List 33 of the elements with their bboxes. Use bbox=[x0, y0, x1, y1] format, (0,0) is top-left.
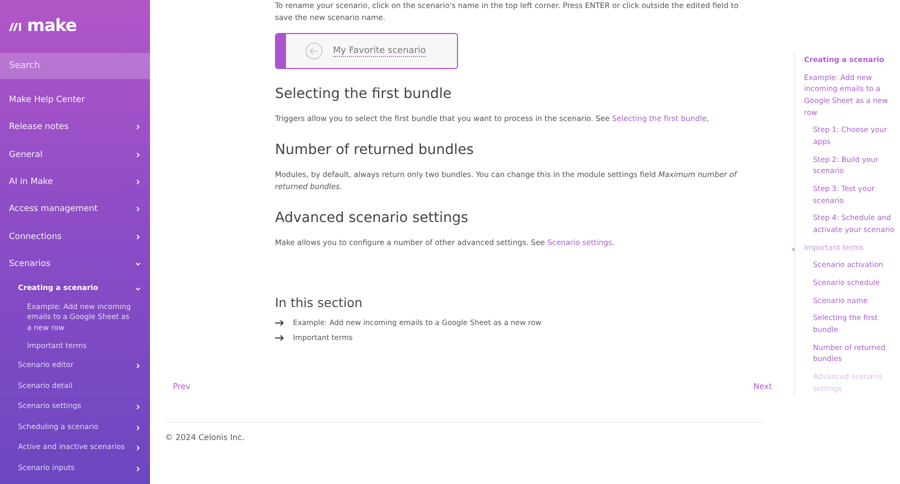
chevron-icon bbox=[135, 424, 141, 431]
chevron-icon bbox=[135, 206, 141, 212]
arrow-icon bbox=[275, 320, 284, 326]
accent-strip bbox=[276, 34, 286, 68]
logo-icon bbox=[9, 21, 23, 31]
section-heading: Selecting the first bundle bbox=[275, 86, 453, 102]
section-heading: Advanced scenario settings bbox=[275, 210, 470, 226]
sidebar-item[interactable]: Release notes bbox=[0, 114, 150, 142]
sidebar-item[interactable]: Make Help Center bbox=[0, 87, 150, 114]
sidebar-item[interactable]: Scenarios bbox=[0, 250, 150, 278]
sidebar-item[interactable]: Access management bbox=[0, 196, 150, 224]
section-heading: Number of returned bundles bbox=[275, 142, 475, 158]
chevron-icon bbox=[135, 260, 141, 267]
chevron-icon bbox=[135, 178, 141, 185]
logo-text: make bbox=[27, 16, 77, 36]
prev-link[interactable]: Prev bbox=[173, 382, 190, 391]
sidebar-item[interactable]: General bbox=[0, 142, 150, 169]
sidebar-item[interactable]: AI in Make bbox=[0, 168, 150, 196]
chevron-icon bbox=[135, 234, 141, 240]
chevron-icon bbox=[135, 124, 141, 130]
chevron-icon bbox=[135, 445, 141, 452]
chevron-icon bbox=[135, 466, 141, 472]
chevron-icon bbox=[135, 286, 141, 292]
next-link[interactable]: Next bbox=[753, 382, 772, 391]
section-heading: In this section bbox=[275, 295, 364, 310]
current-dot bbox=[792, 248, 795, 251]
sidebar-item[interactable]: Connections bbox=[0, 224, 150, 251]
chevron-icon bbox=[135, 363, 141, 370]
scenario-name-field: My Favorite scenario bbox=[275, 33, 458, 69]
arrow-icon bbox=[275, 334, 284, 340]
chevron-icon bbox=[135, 404, 141, 410]
chevron-icon bbox=[135, 152, 141, 158]
copyright-text: © 2024 Celonis Inc. bbox=[165, 433, 244, 442]
